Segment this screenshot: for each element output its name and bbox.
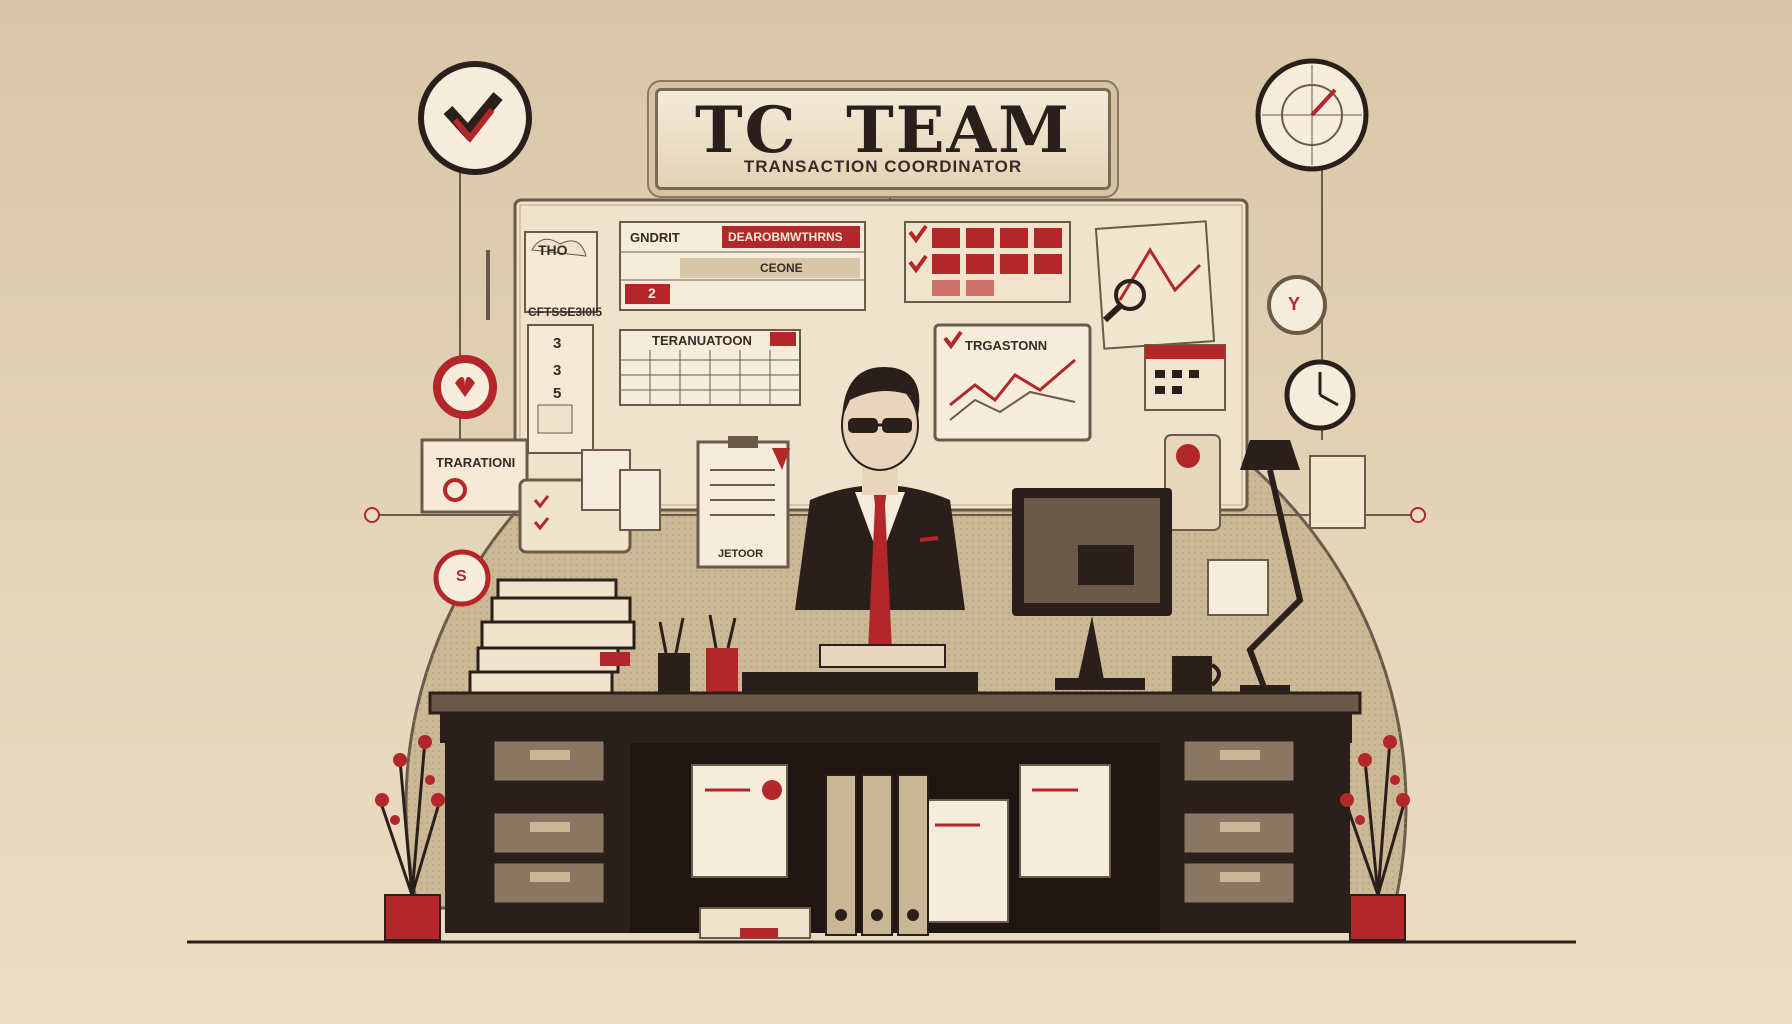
row-text-label: CEONE	[760, 261, 803, 275]
clock-icon	[1287, 362, 1353, 428]
lamp-icon	[1240, 440, 1300, 695]
plant-icon	[1340, 735, 1415, 940]
heart-icon	[437, 359, 493, 415]
number-code-label: CFTSSE3I0I5	[528, 305, 603, 319]
checkmark-icon	[421, 64, 529, 172]
number-label: 5	[553, 385, 562, 402]
planner-label: TERANUATOON	[652, 333, 752, 348]
row-marker-label: 2	[648, 285, 656, 301]
trend-chart-label: TRGASTONN	[965, 338, 1048, 353]
number-label: 3	[553, 335, 562, 352]
transaction-sign-label: TRARATIONI	[436, 455, 516, 470]
clock-letter-label: Y	[1288, 294, 1301, 314]
coin-letter-label: S	[456, 568, 467, 585]
tag-cloud-label: THO	[538, 242, 568, 258]
plant-icon	[375, 735, 450, 940]
computer-monitor-icon	[1012, 488, 1172, 690]
page-subtitle: TRANSACTION COORDINATOR	[743, 157, 1023, 176]
magnifier-icon	[1100, 275, 1145, 325]
coffee-mug-icon	[1172, 656, 1224, 694]
pencil-cup-icon	[656, 615, 740, 693]
red-header-label: DEAROBMWTHRNS	[728, 230, 843, 244]
calendar-icon	[1145, 345, 1225, 410]
title-plate: TC TEAM TRANSACTION COORDINATOR	[655, 88, 1111, 190]
number-label: 3	[553, 362, 562, 379]
table-header-label: GNDRIT	[630, 230, 680, 245]
clipboard-footer-label: JETOOR	[718, 548, 764, 560]
target-clock-icon	[1258, 61, 1366, 169]
